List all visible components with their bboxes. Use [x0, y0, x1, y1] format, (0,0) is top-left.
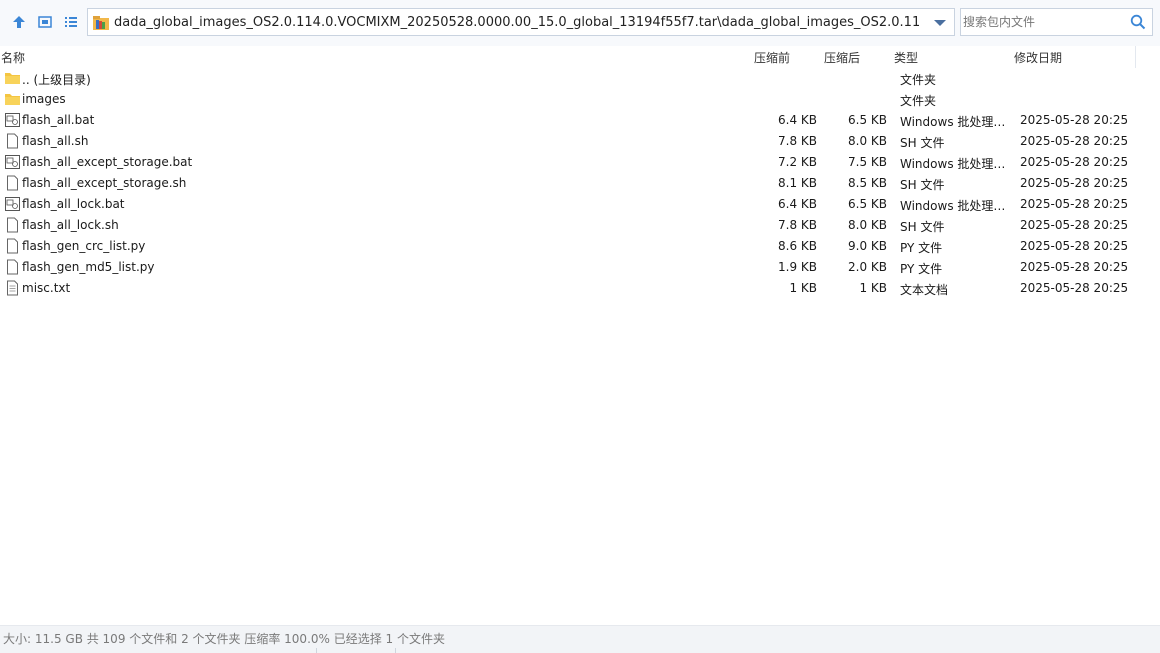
- file-type: Windows 批处理文件: [900, 199, 1008, 213]
- text-file-icon: [4, 280, 21, 296]
- address-bar[interactable]: dada_global_images_OS2.0.114.0.VOCMIXM_2…: [87, 8, 955, 36]
- folder-icon: [4, 70, 21, 86]
- file-name: flash_all_except_storage.sh: [22, 176, 187, 190]
- file-icon: [4, 133, 21, 149]
- chevron-down-icon[interactable]: [932, 16, 948, 30]
- list-item[interactable]: flash_all.bat 6.4 KB 6.5 KB Windows 批处理文…: [0, 110, 1135, 131]
- up-arrow-icon[interactable]: [9, 12, 29, 32]
- file-name: .. (上级目录): [22, 73, 91, 87]
- size-after: 7.5 KB: [848, 155, 887, 169]
- bat-file-icon: [4, 112, 21, 128]
- list-item[interactable]: flash_all_except_storage.sh 8.1 KB 8.5 K…: [0, 173, 1135, 194]
- toolbar: dada_global_images_OS2.0.114.0.VOCMIXM_2…: [0, 0, 1160, 46]
- modified-date: 2025-05-28 20:25: [1020, 155, 1129, 169]
- status-bar: 大小: 11.5 GB 共 109 个文件和 2 个文件夹 压缩率 100.0%…: [0, 625, 1160, 653]
- folder-icon: [4, 91, 21, 107]
- file-icon: [4, 259, 21, 275]
- bat-file-icon: [4, 154, 21, 170]
- size-after: 6.5 KB: [848, 197, 887, 211]
- modified-date: 2025-05-28 20:25: [1020, 218, 1129, 232]
- modified-date: 2025-05-28 20:25: [1020, 197, 1129, 211]
- file-name: flash_all_except_storage.bat: [22, 155, 193, 169]
- file-name: flash_gen_crc_list.py: [22, 239, 146, 253]
- status-text: 大小: 11.5 GB 共 109 个文件和 2 个文件夹 压缩率 100.0%…: [3, 632, 445, 646]
- size-before: 7.8 KB: [778, 134, 817, 148]
- size-after: 6.5 KB: [848, 113, 887, 127]
- column-divider[interactable]: [1135, 46, 1136, 68]
- search-input[interactable]: [961, 9, 1123, 35]
- file-type: PY 文件: [900, 241, 943, 255]
- file-icon: [4, 238, 21, 254]
- size-before: 8.1 KB: [778, 176, 817, 190]
- file-type: Windows 批处理文件: [900, 157, 1008, 171]
- list-item[interactable]: flash_all_lock.bat 6.4 KB 6.5 KB Windows…: [0, 194, 1135, 215]
- size-before: 8.6 KB: [778, 239, 817, 253]
- list-item[interactable]: flash_all_lock.sh 7.8 KB 8.0 KB SH 文件 20…: [0, 215, 1135, 236]
- list-item[interactable]: images 文件夹: [0, 89, 1135, 110]
- file-name: flash_gen_md5_list.py: [22, 260, 155, 274]
- size-after: 8.0 KB: [848, 218, 887, 232]
- file-name: flash_all.bat: [22, 113, 95, 127]
- file-name: flash_all_lock.sh: [22, 218, 119, 232]
- size-after: 9.0 KB: [848, 239, 887, 253]
- column-name[interactable]: 名称: [1, 49, 25, 66]
- list-view-icon[interactable]: [61, 12, 81, 32]
- column-header: 名称 压缩前 压缩后 类型 修改日期: [0, 46, 1160, 68]
- file-type: SH 文件: [900, 178, 945, 192]
- status-divider: [316, 648, 317, 653]
- file-type: PY 文件: [900, 262, 943, 276]
- search-icon[interactable]: [1130, 14, 1146, 30]
- list-item[interactable]: flash_all.sh 7.8 KB 8.0 KB SH 文件 2025-05…: [0, 131, 1135, 152]
- archive-icon: [93, 15, 109, 30]
- file-type: SH 文件: [900, 220, 945, 234]
- column-type[interactable]: 类型: [894, 49, 918, 66]
- size-after: 1 KB: [859, 281, 887, 295]
- file-type: Windows 批处理文件: [900, 115, 1008, 129]
- column-size-before[interactable]: 压缩前: [754, 49, 790, 66]
- size-after: 8.5 KB: [848, 176, 887, 190]
- file-name: flash_all.sh: [22, 134, 89, 148]
- file-type: SH 文件: [900, 136, 945, 150]
- list-item[interactable]: misc.txt 1 KB 1 KB 文本文档 2025-05-28 20:25: [0, 278, 1135, 299]
- list-item[interactable]: flash_all_except_storage.bat 7.2 KB 7.5 …: [0, 152, 1135, 173]
- file-type: 文本文档: [900, 283, 949, 297]
- modified-date: 2025-05-28 20:25: [1020, 113, 1129, 127]
- modified-date: 2025-05-28 20:25: [1020, 281, 1129, 295]
- file-icon: [4, 175, 21, 191]
- column-size-after[interactable]: 压缩后: [824, 49, 860, 66]
- size-before: 7.2 KB: [778, 155, 817, 169]
- list-item[interactable]: .. (上级目录) 文件夹: [0, 68, 1135, 89]
- size-before: 6.4 KB: [778, 197, 817, 211]
- list-item[interactable]: flash_gen_crc_list.py 8.6 KB 9.0 KB PY 文…: [0, 236, 1135, 257]
- size-before: 7.8 KB: [778, 218, 817, 232]
- file-icon: [4, 217, 21, 233]
- modified-date: 2025-05-28 20:25: [1020, 260, 1129, 274]
- size-before: 1 KB: [789, 281, 817, 295]
- size-after: 2.0 KB: [848, 260, 887, 274]
- file-type: 文件夹: [900, 73, 937, 87]
- modified-date: 2025-05-28 20:25: [1020, 239, 1129, 253]
- file-name: misc.txt: [22, 281, 71, 295]
- file-type: 文件夹: [900, 94, 937, 108]
- thumbnail-view-icon[interactable]: [35, 12, 55, 32]
- list-item[interactable]: flash_gen_md5_list.py 1.9 KB 2.0 KB PY 文…: [0, 257, 1135, 278]
- size-after: 8.0 KB: [848, 134, 887, 148]
- bat-file-icon: [4, 196, 21, 212]
- status-divider: [395, 648, 396, 653]
- modified-date: 2025-05-28 20:25: [1020, 134, 1129, 148]
- file-name: flash_all_lock.bat: [22, 197, 125, 211]
- file-name: images: [22, 92, 66, 106]
- column-date[interactable]: 修改日期: [1014, 49, 1062, 66]
- address-path[interactable]: dada_global_images_OS2.0.114.0.VOCMIXM_2…: [114, 15, 919, 30]
- modified-date: 2025-05-28 20:25: [1020, 176, 1129, 190]
- size-before: 6.4 KB: [778, 113, 817, 127]
- size-before: 1.9 KB: [778, 260, 817, 274]
- search-box: [960, 8, 1153, 36]
